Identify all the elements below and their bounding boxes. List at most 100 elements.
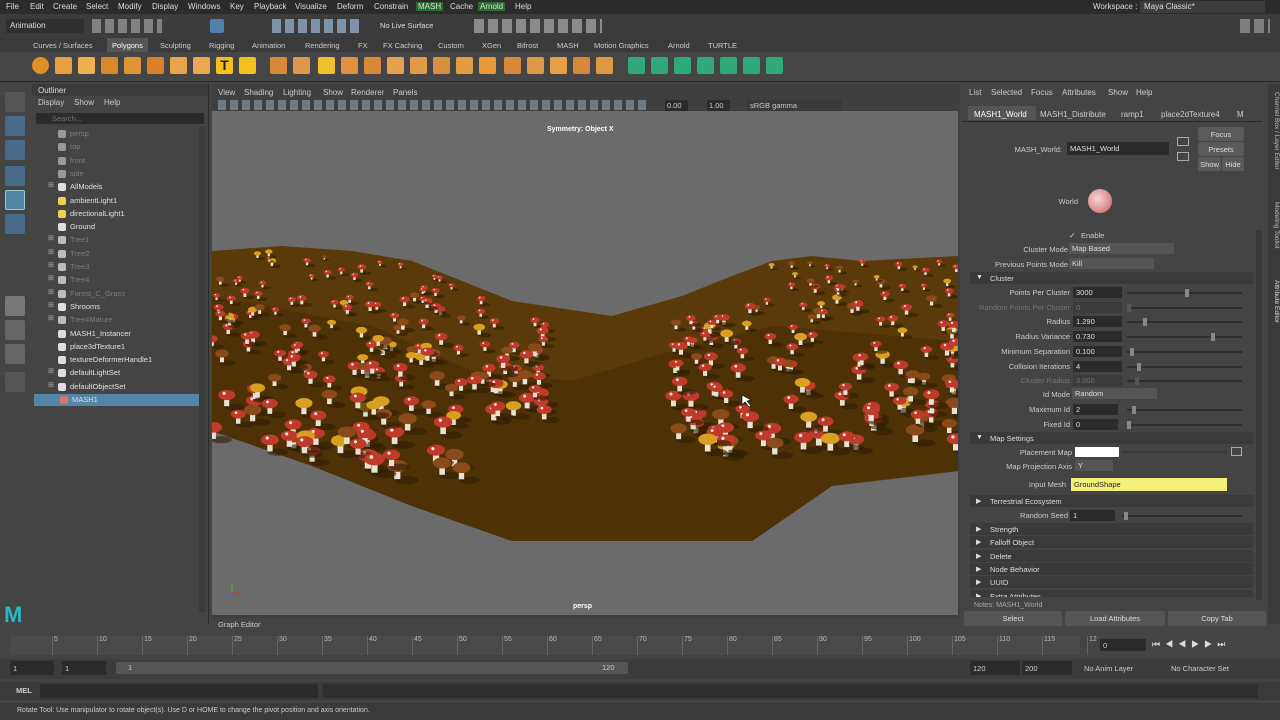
attr-menu-show[interactable]: Show <box>1108 88 1128 97</box>
attr-scrollbar[interactable] <box>1256 230 1262 600</box>
cluster-field-value[interactable]: 3000 <box>1073 287 1122 298</box>
extract-icon[interactable] <box>318 57 335 74</box>
poly-torus-icon[interactable] <box>147 57 164 74</box>
file-icons[interactable] <box>92 19 162 33</box>
cluster-field-value[interactable]: 0.730 <box>1073 331 1122 343</box>
enable-checkbox[interactable]: ✓ <box>1069 231 1076 240</box>
random-seed-field[interactable]: 1 <box>1070 510 1115 521</box>
select-tool-icon[interactable] <box>5 92 25 112</box>
cluster-field-slider[interactable] <box>1127 303 1242 312</box>
outliner-item[interactable]: side <box>32 168 198 180</box>
move-tool-icon[interactable] <box>5 166 25 186</box>
shelf-tab-mash[interactable]: MASH <box>557 41 579 50</box>
playback-end-field[interactable]: 120 <box>970 661 1020 675</box>
slider-knob[interactable] <box>1127 421 1131 429</box>
playback-controls[interactable]: ⏮◀◀▶▶⏭ <box>1152 639 1267 651</box>
menu-arnold[interactable]: Arnold <box>478 2 506 11</box>
side-tab-channel-box[interactable]: Channel Box / Layer Editor <box>1268 92 1280 170</box>
workspace-dropdown[interactable]: Maya Classic* <box>1140 1 1265 13</box>
menu-playback[interactable]: Playback <box>254 2 286 11</box>
shelf-tab-turtle[interactable]: TURTLE <box>708 41 737 50</box>
menu-set-dropdown[interactable]: Animation <box>6 19 84 33</box>
hide-button[interactable]: Hide <box>1222 157 1244 171</box>
id-mode-dropdown[interactable]: Random <box>1072 388 1157 399</box>
menu-key[interactable]: Key <box>230 2 244 11</box>
copy-node-icon[interactable] <box>1177 152 1189 161</box>
outliner-item[interactable]: persp <box>32 128 198 140</box>
outliner-item[interactable]: textureDeformerHandle1 <box>32 354 198 366</box>
cluster-field-value[interactable]: 0.100 <box>1073 345 1122 357</box>
placement-map-swatch[interactable] <box>1075 447 1119 457</box>
outliner-item[interactable]: ⊞ defaultLightSet <box>32 367 198 379</box>
start-time-field[interactable]: 1 <box>10 661 54 675</box>
menu-display[interactable]: Display <box>152 2 178 11</box>
poly-plane-icon[interactable] <box>124 57 141 74</box>
attr-menu-focus[interactable]: Focus <box>1031 88 1053 97</box>
outliner-menu-display[interactable]: Display <box>38 98 64 107</box>
panel-icons[interactable] <box>1240 19 1270 33</box>
focus-button[interactable]: Focus <box>1198 127 1244 141</box>
outliner-item[interactable]: Ground <box>32 221 198 233</box>
slider-knob[interactable] <box>1137 362 1141 371</box>
map-button-icon[interactable] <box>1231 447 1242 456</box>
expand-icon[interactable]: ⊞ <box>48 367 54 375</box>
expand-icon[interactable]: ⊞ <box>48 288 54 296</box>
side-tab-modeling-toolkit[interactable]: Modeling Toolkit <box>1268 202 1280 249</box>
mirror-icon[interactable] <box>364 57 381 74</box>
uv-unfold-icon[interactable] <box>766 57 783 74</box>
uv-cut-icon[interactable] <box>720 57 737 74</box>
live-surface-label[interactable]: No Live Surface <box>380 21 433 30</box>
target-weld-icon[interactable] <box>527 57 544 74</box>
input-mesh-field[interactable]: GroundShape <box>1071 478 1227 491</box>
outliner-item[interactable]: MASH1 <box>34 394 200 406</box>
random-seed-slider[interactable] <box>1122 512 1242 520</box>
tab-ramp1[interactable]: ramp1 <box>1121 110 1144 119</box>
shelf-tab-animation[interactable]: Animation <box>252 41 285 50</box>
show-button[interactable]: Show <box>1198 157 1221 171</box>
section-header[interactable]: ▶ Extra Attributes <box>970 589 1253 597</box>
poly-pipe-icon[interactable] <box>193 57 210 74</box>
copy-tab-button[interactable]: Copy Tab <box>1168 611 1266 626</box>
slider-knob[interactable] <box>1130 347 1134 356</box>
fixed-id-slider[interactable] <box>1127 421 1242 429</box>
menu-modify[interactable]: Modify <box>118 2 142 11</box>
section-header[interactable]: ▶ Node Behavior <box>970 562 1253 575</box>
expand-icon[interactable]: ⊞ <box>48 314 54 322</box>
outliner-item[interactable]: ⊞ Forest_C_Grass <box>32 288 198 300</box>
outliner-menu-help[interactable]: Help <box>104 98 120 107</box>
magnet-icon[interactable] <box>210 19 224 33</box>
bridge-icon[interactable] <box>433 57 450 74</box>
menu-windows[interactable]: Windows <box>188 2 220 11</box>
expand-icon[interactable]: ⊞ <box>48 248 54 256</box>
outliner-item[interactable]: ⊞ Tree3 <box>32 261 198 273</box>
viewport-3d-scene[interactable]: Symmetry: Object X persp <box>212 111 958 615</box>
colorspace-dropdown[interactable]: sRGB gamma <box>746 100 842 111</box>
map-projection-dropdown[interactable]: Y <box>1075 460 1113 471</box>
shelf-tab-bifrost[interactable]: Bifrost <box>517 41 538 50</box>
viewport-menu-renderer[interactable]: Renderer <box>351 88 384 97</box>
slider-knob[interactable] <box>1132 406 1136 414</box>
menu-edit[interactable]: Edit <box>30 2 44 11</box>
cluster-field-slider[interactable] <box>1127 377 1242 386</box>
outliner-item[interactable]: ⊞ AllModels <box>32 181 198 193</box>
character-set-dropdown[interactable]: No Character Set <box>1171 664 1229 673</box>
layout-two-icon[interactable] <box>5 344 25 364</box>
previous-points-dropdown[interactable]: Kill <box>1069 258 1154 269</box>
slider-knob[interactable] <box>1211 333 1215 342</box>
anim-layer-dropdown[interactable]: No Anim Layer <box>1084 664 1133 673</box>
outliner-item[interactable]: ⊞ Tree1 <box>32 234 198 246</box>
expand-icon[interactable]: ⊞ <box>48 274 54 282</box>
poly-cylinder-icon[interactable] <box>78 57 95 74</box>
scale-tool-icon[interactable] <box>5 214 25 234</box>
layout-four-icon[interactable] <box>5 320 25 340</box>
menu-file[interactable]: File <box>6 2 19 11</box>
focus-node-icon[interactable] <box>1177 137 1189 146</box>
menu-cache[interactable]: Cache <box>450 2 473 11</box>
range-bar[interactable]: 1 120 <box>116 662 628 674</box>
playback-start-field[interactable]: 1 <box>62 661 106 675</box>
separate-icon[interactable] <box>293 57 310 74</box>
outliner-item[interactable]: MASH1_Instancer <box>32 328 198 340</box>
uv-sew-icon[interactable] <box>743 57 760 74</box>
lasso-tool-icon[interactable] <box>5 116 25 136</box>
shelf-tab-rigging[interactable]: Rigging <box>209 41 234 50</box>
